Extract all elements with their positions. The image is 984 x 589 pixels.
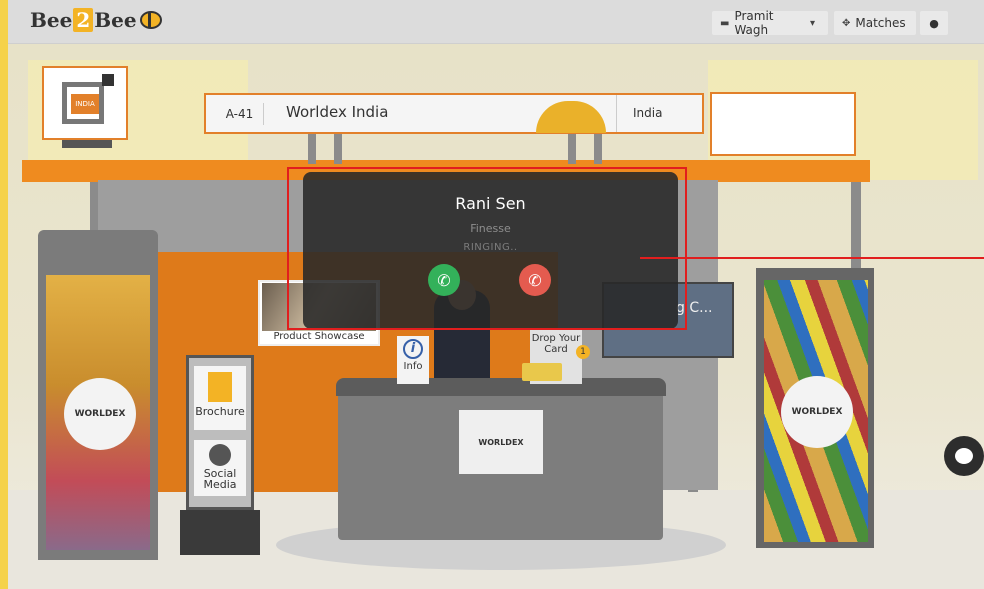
product-showcase-label: Product Showcase: [273, 331, 365, 342]
messages-button[interactable]: ●: [920, 11, 948, 35]
matches-label: Matches: [855, 16, 906, 30]
right-rollup-logo: WORLDEX: [781, 376, 853, 448]
nameplate-decoration: [536, 101, 606, 133]
social-media-button[interactable]: Social Media: [194, 440, 246, 496]
booth-nameplate: A-41 Worldex India India: [204, 93, 704, 134]
brochure-stand-base: [180, 510, 260, 555]
logo-board-base: [62, 140, 112, 148]
booth-company-name: Worldex India: [286, 103, 389, 121]
info-label: Info: [403, 361, 423, 372]
desk-top: [336, 378, 666, 396]
sign-pillar-2: [334, 134, 342, 164]
brochure-icon: [208, 372, 232, 402]
handshake-icon: ✥: [842, 17, 851, 29]
business-card-icon: [522, 363, 562, 381]
logo-text-bee-2: Bee: [94, 8, 137, 32]
user-menu-button[interactable]: ▬ Pramit Wagh ▾: [712, 9, 828, 37]
annotation-arrow: [640, 257, 984, 259]
app-logo[interactable]: Bee 2 Bee: [30, 8, 162, 32]
desk-logo: WORLDEX: [459, 410, 543, 474]
info-icon: i: [403, 339, 423, 359]
sign-pillar-3: [568, 134, 576, 164]
info-button[interactable]: i Info: [397, 336, 429, 384]
app-frame: Bee 2 Bee ▬ Pramit Wagh ▾ ✥ Matches ● INDI…: [8, 0, 984, 589]
matches-button[interactable]: ✥ Matches: [834, 11, 916, 35]
booth-logo-square: [102, 74, 114, 86]
booth-code: A-41: [216, 103, 264, 125]
booth-logo-board: INDIA: [42, 66, 128, 140]
logo-text-two: 2: [73, 8, 94, 32]
chat-icon: [955, 448, 973, 464]
drop-card-label: Drop Your Card: [531, 333, 581, 355]
bee-icon: [139, 11, 162, 29]
social-media-label: Social Media: [203, 467, 237, 491]
user-menu-label: Pramit Wagh: [734, 9, 774, 37]
top-bar: Bee 2 Bee ▬ Pramit Wagh ▾ ✥ Matches ●: [8, 0, 984, 44]
chat-launcher-button[interactable]: [944, 436, 984, 476]
share-icon: [209, 444, 231, 466]
brochure-label: Brochure: [195, 405, 245, 418]
left-totem-logo: WORLDEX: [64, 378, 136, 450]
right-pillar: [851, 182, 861, 282]
message-icon: ●: [929, 16, 939, 30]
sign-pillar-1: [308, 134, 316, 164]
logo-text-bee: Bee: [30, 8, 73, 32]
brochure-button[interactable]: Brochure: [194, 366, 246, 430]
annotation-highlight-box: [287, 167, 687, 330]
right-signboard: [710, 92, 856, 156]
drop-card-count-badge: 1: [576, 345, 590, 359]
booth-country: India: [616, 95, 702, 132]
sign-pillar-4: [594, 134, 602, 164]
booth-logo-label: INDIA: [71, 94, 99, 114]
user-avatar-icon: ▬: [720, 17, 730, 29]
chevron-down-icon: ▾: [809, 17, 815, 29]
